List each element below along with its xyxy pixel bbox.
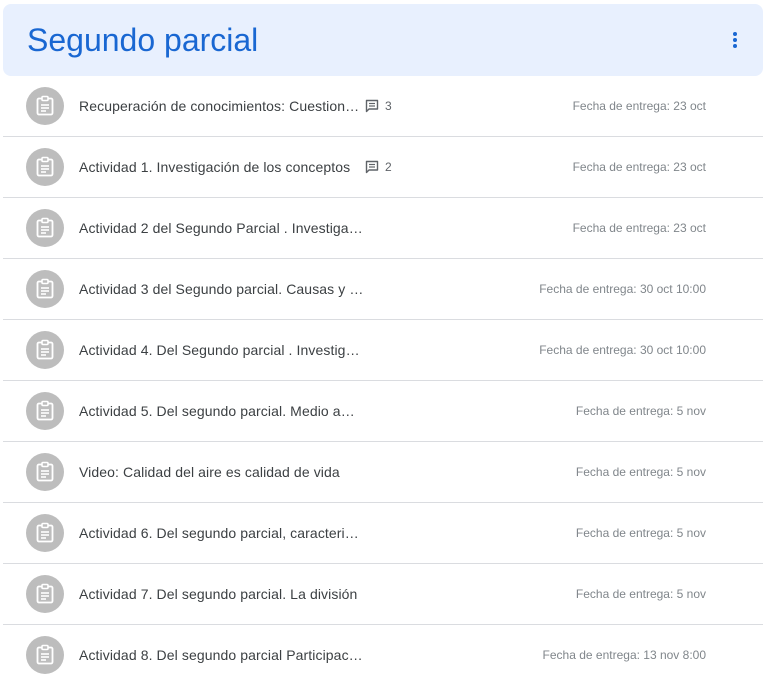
assignment-icon (26, 514, 64, 552)
due-date: Fecha de entrega: 30 oct 10:00 (539, 343, 706, 357)
comment-count: 3 (365, 98, 392, 114)
comment-icon (365, 99, 379, 113)
due-date: Fecha de entrega: 5 nov (575, 465, 706, 479)
item-title: Actividad 5. Del segundo parcial. Medio … (79, 403, 365, 419)
assignment-icon (26, 331, 64, 369)
item-title: Actividad 2 del Segundo Parcial . Invest… (79, 220, 365, 236)
item-title: Actividad 6. Del segundo parcial, caract… (79, 525, 365, 541)
due-date: Fecha de entrega: 13 nov 8:00 (542, 648, 706, 662)
classwork-item[interactable]: Actividad 1. Investigación de los concep… (3, 137, 763, 198)
assignment-icon (26, 575, 64, 613)
due-date: Fecha de entrega: 5 nov (575, 526, 706, 540)
classwork-item[interactable]: Actividad 5. Del segundo parcial. Medio … (3, 381, 763, 442)
item-title: Recuperación de conocimientos: Cuestiona… (79, 98, 365, 114)
due-date: Fecha de entrega: 30 oct 10:00 (539, 282, 706, 296)
topic-header: Segundo parcial (3, 4, 763, 76)
assignment-icon (26, 636, 64, 674)
classwork-item[interactable]: Actividad 7. Del segundo parcial. La div… (3, 564, 763, 625)
classwork-item[interactable]: Actividad 8. Del segundo parcial Partici… (3, 625, 763, 686)
comment-count: 2 (365, 159, 392, 175)
assignment-icon (26, 148, 64, 186)
assignment-icon (26, 270, 64, 308)
item-title: Actividad 1. Investigación de los concep… (79, 159, 351, 175)
assignment-icon (26, 453, 64, 491)
topic-section: Segundo parcial Recuperación de conocimi… (0, 0, 766, 687)
classwork-item[interactable]: Actividad 3 del Segundo parcial. Causas … (3, 259, 763, 320)
classwork-item[interactable]: Actividad 6. Del segundo parcial, caract… (3, 503, 763, 564)
assignment-icon (26, 87, 64, 125)
item-title: Actividad 7. Del segundo parcial. La div… (79, 586, 358, 602)
classwork-item[interactable]: Actividad 2 del Segundo Parcial . Invest… (3, 198, 763, 259)
classwork-item[interactable]: Actividad 4. Del Segundo parcial . Inves… (3, 320, 763, 381)
classwork-item[interactable]: Video: Calidad del aire es calidad de vi… (3, 442, 763, 503)
more-vert-icon-dot (733, 44, 737, 48)
assignment-icon (26, 209, 64, 247)
comment-icon (365, 160, 379, 174)
item-title: Actividad 4. Del Segundo parcial . Inves… (79, 342, 365, 358)
comment-count-value: 3 (385, 99, 392, 113)
topic-title: Segundo parcial (27, 22, 259, 58)
classwork-item[interactable]: Recuperación de conocimientos: Cuestiona… (3, 76, 763, 137)
more-options-button[interactable] (719, 24, 751, 56)
comment-count-value: 2 (385, 160, 392, 174)
due-date: Fecha de entrega: 23 oct (572, 99, 706, 113)
due-date: Fecha de entrega: 5 nov (575, 587, 706, 601)
item-title: Actividad 3 del Segundo parcial. Causas … (79, 281, 365, 297)
due-date: Fecha de entrega: 23 oct (572, 221, 706, 235)
classwork-list: Recuperación de conocimientos: Cuestiona… (3, 76, 763, 686)
item-title: Actividad 8. Del segundo parcial Partici… (79, 647, 365, 663)
due-date: Fecha de entrega: 23 oct (572, 160, 706, 174)
more-vert-icon-dot (733, 38, 737, 42)
item-title: Video: Calidad del aire es calidad de vi… (79, 464, 340, 480)
more-vert-icon (733, 32, 737, 36)
due-date: Fecha de entrega: 5 nov (575, 404, 706, 418)
assignment-icon (26, 392, 64, 430)
